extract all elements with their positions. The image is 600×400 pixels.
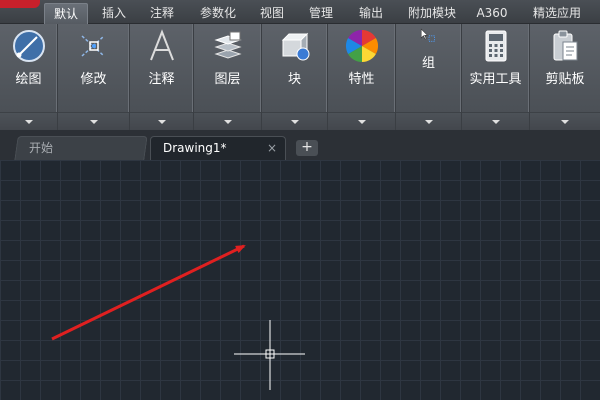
layers-icon (213, 31, 242, 59)
modify-move-icon (80, 35, 105, 57)
crosshair-cursor-icon (234, 320, 305, 390)
ribbon-tab-bar: 默认 插入 注释 参数化 视图 管理 输出 附加模块 A360 精选应用 (0, 0, 600, 24)
tab-view[interactable]: 视图 (252, 3, 292, 24)
panel-modify-label: 修改 (80, 72, 107, 87)
panel-layers-expand-button[interactable] (194, 112, 261, 130)
panel-block-label: 块 (287, 72, 301, 87)
panel-modify-expand-button[interactable] (58, 112, 129, 130)
panel-annotation[interactable]: 注释 (130, 24, 194, 130)
panel-group-expand-button[interactable] (396, 112, 461, 130)
panel-draw-expand-button[interactable] (0, 112, 57, 130)
file-tab-start[interactable]: 开始 (14, 136, 148, 160)
annotation-text-icon (149, 29, 174, 61)
panel-block-expand-button[interactable] (262, 112, 327, 130)
tab-insert[interactable]: 插入 (92, 3, 136, 24)
tab-parametric[interactable]: 参数化 (190, 3, 246, 24)
panel-utilities-label: 实用工具 (469, 72, 522, 87)
panel-utilities-expand-button[interactable] (462, 112, 529, 130)
tab-a360[interactable]: A360 (470, 3, 514, 24)
application-menu-button[interactable] (0, 0, 40, 8)
panel-properties-label: 特性 (348, 72, 375, 87)
block-insert-icon (281, 32, 309, 61)
panel-draw[interactable]: 绘图 (0, 24, 58, 130)
close-icon[interactable]: × (267, 137, 277, 159)
panel-annotation-expand-button[interactable] (130, 112, 193, 130)
file-tab-start-label: 开始 (29, 141, 54, 155)
tab-home[interactable]: 默认 (44, 3, 88, 24)
tab-featured-apps[interactable]: 精选应用 (522, 3, 592, 24)
file-tab-bar: 开始 Drawing1* × + (0, 130, 600, 160)
ribbon: 绘图 修改 注释 图层 块 特性 组 实用工具 剪贴板 (0, 24, 600, 130)
draw-circle-icon (12, 30, 45, 62)
tab-addins[interactable]: 附加模块 (400, 3, 464, 24)
panel-properties-expand-button[interactable] (328, 112, 395, 130)
panel-block[interactable]: 块 (262, 24, 328, 130)
panel-group-label: 组 (421, 56, 435, 71)
group-icon (420, 28, 435, 42)
tab-manage[interactable]: 管理 (300, 3, 342, 24)
calculator-icon (485, 30, 506, 62)
panel-clipboard-expand-button[interactable] (530, 112, 600, 130)
new-drawing-tab-button[interactable]: + (296, 140, 318, 156)
file-tab-drawing1-label: Drawing1* (163, 141, 227, 155)
drawing-canvas[interactable] (0, 160, 600, 400)
panel-properties[interactable]: 特性 (328, 24, 396, 130)
panel-clipboard[interactable]: 剪贴板 (530, 24, 600, 130)
panel-layers[interactable]: 图层 (194, 24, 262, 130)
panel-annotation-label: 注释 (148, 72, 175, 87)
panel-clipboard-label: 剪贴板 (545, 72, 585, 87)
properties-color-wheel-icon (345, 29, 378, 63)
panel-draw-label: 绘图 (15, 72, 42, 87)
file-tab-drawing1[interactable]: Drawing1* × (150, 136, 286, 160)
panel-utilities[interactable]: 实用工具 (462, 24, 530, 130)
tab-annotate[interactable]: 注释 (140, 3, 184, 24)
canvas-overlay (51, 244, 305, 390)
panel-layers-label: 图层 (214, 72, 241, 87)
panel-group[interactable]: 组 (396, 24, 462, 130)
panel-modify[interactable]: 修改 (58, 24, 130, 130)
annotation-arrow-icon (51, 244, 246, 341)
clipboard-icon (553, 30, 578, 61)
tab-output[interactable]: 输出 (350, 3, 392, 24)
